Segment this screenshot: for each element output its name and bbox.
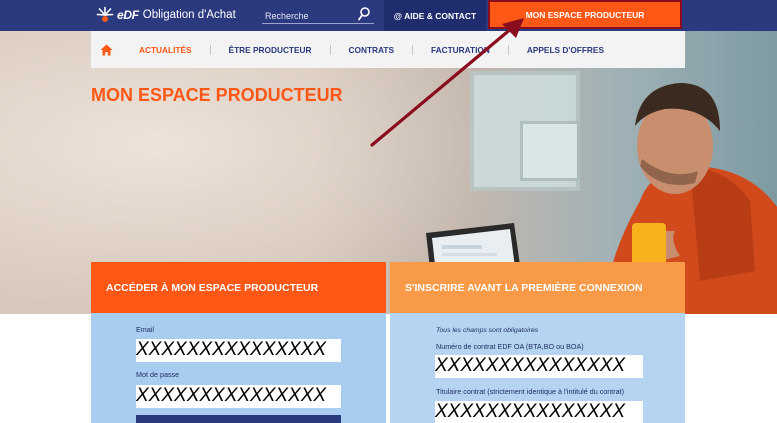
nav-item-facturation[interactable]: FACTURATION (413, 45, 508, 55)
nav-item-actualites[interactable]: ACTUALITÉS (121, 45, 210, 55)
aide-contact-button[interactable]: @ AIDE & CONTACT (384, 0, 486, 31)
top-bar: eDF Obligation d'Achat @ AIDE & CONTACT … (0, 0, 777, 31)
home-button[interactable] (91, 31, 121, 68)
email-label: Email (136, 325, 154, 334)
login-panel-title: ACCÉDER À MON ESPACE PRODUCTEUR (91, 262, 386, 313)
nav-item-etre-producteur[interactable]: ÊTRE PRODUCTEUR (211, 45, 330, 55)
password-field[interactable]: XXXXXXXXXXXXXXX (136, 385, 341, 408)
required-note: Tous les champs sont obligatoires (436, 327, 539, 334)
contract-number-label: Numéro de contrat EDF OA (BTA,BO ou BOA) (436, 342, 584, 351)
page-title: MON ESPACE PRODUCTEUR (91, 85, 343, 105)
nav-item-appels-doffres[interactable]: APPELS D'OFFRES (509, 45, 622, 55)
register-panel-title: S'INSCRIRE AVANT LA PREMIÈRE CONNEXION (390, 262, 685, 313)
login-form: Email XXXXXXXXXXXXXXX Mot de passe XXXXX… (91, 313, 386, 423)
search-icon[interactable] (357, 6, 371, 22)
mon-espace-producteur-button[interactable]: MON ESPACE PRODUCTEUR (488, 0, 682, 29)
edf-logo[interactable]: eDF Obligation d'Achat (96, 5, 236, 25)
logo-text: Obligation d'Achat (142, 9, 236, 21)
register-panel: S'INSCRIRE AVANT LA PREMIÈRE CONNEXION T… (390, 262, 685, 423)
holder-label: Titulaire contrat (strictement identique… (436, 387, 625, 396)
logo-brand: eDF (117, 8, 139, 22)
contract-number-field[interactable]: XXXXXXXXXXXXXXX (435, 355, 643, 378)
search-box (262, 6, 374, 24)
home-icon (100, 44, 112, 55)
main-nav: ACTUALITÉS ÊTRE PRODUCTEUR CONTRATS FACT… (91, 31, 685, 68)
login-submit-button[interactable] (136, 415, 341, 423)
register-form: Tous les champs sont obligatoires Numéro… (390, 313, 685, 423)
holder-field[interactable]: XXXXXXXXXXXXXXX (435, 401, 643, 423)
nav-item-contrats[interactable]: CONTRATS (331, 45, 412, 55)
password-label: Mot de passe (136, 370, 180, 379)
login-panel: ACCÉDER À MON ESPACE PRODUCTEUR Email XX… (91, 262, 386, 423)
search-input[interactable] (262, 8, 354, 24)
email-field[interactable]: XXXXXXXXXXXXXXX (136, 339, 341, 362)
edf-logo-icon (96, 6, 114, 24)
background-frame (520, 121, 580, 181)
